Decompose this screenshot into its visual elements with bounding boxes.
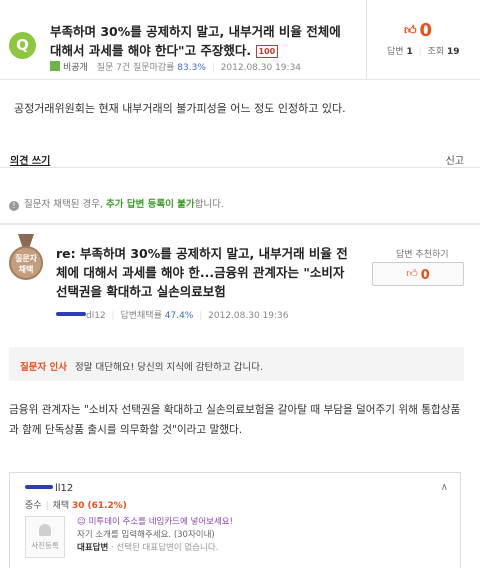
answer-author[interactable]: dl12 [86,311,106,321]
user-icon [50,61,60,71]
question-stats: 답변 1 | 조회 19 [387,44,459,57]
info-icon: ! [9,201,19,211]
question-date: 2012.08.30 19:34 [220,63,302,73]
address-line[interactable]: 미투데이 주소를 네임카드에 넣어보세요! [89,517,233,527]
questioner-thanks-box: 질문자 인사 정말 대단해요! 당신의 지식에 감탄하고 갑니다. [9,347,464,381]
notice-text-before: 질문자 채택된 경우, [24,199,104,210]
profile-grade: 중수 | 채택 30 (61.2%) [25,498,127,511]
views-count: 19 [446,47,460,57]
recommend-button[interactable]: 👍︎ 0 [372,262,464,286]
like-count: 0 [419,20,433,41]
thumbs-up-icon: 👍︎ [406,267,418,280]
meta-divider: | [111,311,115,321]
thanks-label: 질문자 인사 [20,362,68,373]
answerer-profile-card: ll12 ∧ 중수 | 채택 30 (61.2%) 사진등록 ☺ 미투데이 주소를 … [9,472,461,568]
question-meta: 비공개 질문 7건 질문마감률 83.3% | 2012.08.30 19:34 [50,60,301,73]
grade-divider: | [45,501,49,511]
meta-divider: | [199,311,203,321]
answer-title: re: 부족하며 30%를 공제하지 말고, 내부거래 비율 전체에 대해서 과… [56,246,348,299]
rep-answer-text: · 선택된 대표답변이 없습니다. [110,543,219,553]
stats-divider: | [418,47,422,57]
meta-divider: | [211,63,215,73]
answers-label: 답변 [387,47,404,57]
photo-register-label: 사진등록 [31,541,59,550]
answer-date: 2012.08.30 19:36 [208,311,289,321]
adopt-rate: (61.2%) [87,501,127,511]
profile-name-suffix: ll12 [55,483,74,494]
redacted-name-mark [56,312,86,316]
intro-line[interactable]: 자기 소개를 입력해주세요. (30자이내) [77,529,233,542]
medal-line1: 질문자 [14,254,38,263]
views-label: 조회 [427,47,445,57]
question-badge: Q [9,32,36,59]
medal-disc: 질문자 채택 [9,246,43,280]
question-meta-label: 질문 7건 질문마감률 [96,63,175,73]
answer-body: 금융위 관계자는 "소비자 선택권을 확대하고 실손의료보험을 갈아탈 때 부담… [9,404,461,436]
person-icon [39,524,51,536]
adopt-label: 채택 [52,501,70,511]
report-link[interactable]: 신고 [446,152,464,167]
answer-meta-rate: 47.4% [164,311,194,321]
medal-line2: 채택 [18,265,34,274]
adoption-notice: ! 질문자 채택된 경우, 추가 답변 등록이 불가합니다. [9,196,224,211]
grade-label: 중수 [25,501,42,511]
question-body: 공정거래위원회는 현재 내부거래의 불가피성을 어느 정도 인정하고 있다. [14,102,346,115]
adopted-medal-icon: 질문자 채택 [9,234,43,294]
me2day-icon: ☺ [77,517,86,527]
adopt-count: 30 [72,501,85,511]
write-opinion-link[interactable]: 의견 쓰기 [10,152,50,167]
profile-info: ☺ 미투데이 주소를 네임카드에 넣어보세요! 자기 소개를 입력해주세요. (… [77,516,233,555]
hundred-badge: 100 [255,45,279,58]
question-title-text: 부족하며 30%를 공제하지 말고, 내부거래 비율 전체에 대해서 과세를 해… [50,24,341,58]
redacted-name-mark [25,485,53,489]
recommend-count: 0 [420,268,430,283]
notice-highlight: 추가 답변 등록이 불가 [106,199,195,210]
rep-answer-label: 대표답변 [77,543,109,553]
photo-register-button[interactable]: 사진등록 [25,516,65,558]
notice-text-after: 합니다. [194,199,224,210]
question-header: Q 부족하며 30%를 공제하지 말고, 내부거래 비율 전체에 대해서 과세를… [0,0,480,80]
answers-count: 1 [406,47,413,57]
opinion-bar: 의견 쓰기 신고 [0,146,480,168]
like-button[interactable]: 👍︎ 0 [404,20,432,41]
section-divider [0,223,480,225]
answer-meta-label: 답변채택률 [120,311,162,321]
question-meta-rate: 83.3% [177,63,206,73]
answer-meta: dl12 | 답변채택률 47.4% | 2012.08.30 19:36 [56,308,288,321]
recommend-label: 답변 추천하기 [396,250,449,260]
question-author[interactable]: 비공개 [63,63,88,73]
question-title: 부족하며 30%를 공제하지 말고, 내부거래 비율 전체에 대해서 과세를 해… [50,22,350,60]
thumbs-up-icon: 👍︎ [404,23,417,37]
question-side-stats: 👍︎ 0 답변 1 | 조회 19 [366,0,480,80]
chevron-up-icon[interactable]: ∧ [441,482,448,493]
profile-name[interactable]: ll12 [25,483,73,494]
thanks-text: 정말 대단해요! 당신의 지식에 감탄하고 갑니다. [75,362,263,373]
